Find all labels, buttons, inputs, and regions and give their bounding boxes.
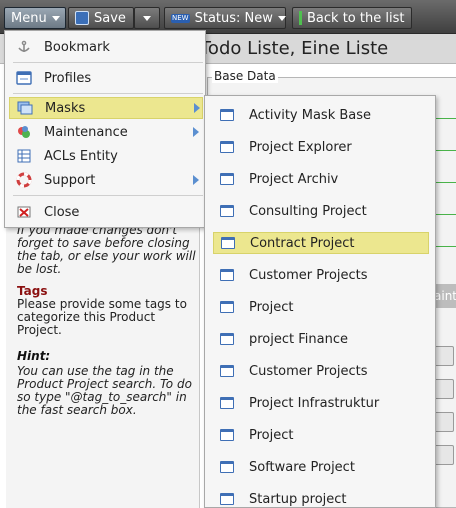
submenu-item-label: Project Archiv: [249, 171, 339, 187]
back-to-list-button[interactable]: Back to the list: [292, 7, 412, 29]
tags-heading: Tags: [17, 284, 48, 298]
tags-description: Please provide some tags to categorize t…: [17, 297, 187, 337]
menu-item-maintenance[interactable]: Maintenance: [9, 121, 203, 143]
submenu-item-label: Project Infrastruktur: [249, 395, 380, 411]
mask-window-icon: [220, 301, 234, 313]
menu-item-label: Maintenance: [44, 124, 128, 140]
save-options-button[interactable]: [134, 7, 160, 29]
page-title: Todo Liste, Eine Liste: [200, 38, 389, 59]
submenu-item[interactable]: Consulting Project: [213, 200, 429, 222]
field-underline: [436, 118, 456, 119]
menu-item-label: Close: [44, 204, 80, 220]
chevron-down-icon: [143, 15, 151, 21]
support-icon: [15, 171, 33, 189]
save-warning-text: If you made changes don't forget to save…: [17, 223, 196, 276]
back-icon: [299, 11, 302, 25]
acl-table-icon: [15, 147, 33, 165]
menu-item-masks[interactable]: Masks: [9, 97, 203, 119]
mask-window-icon: [220, 365, 234, 377]
submenu-item-highlighted[interactable]: Contract Project: [213, 232, 429, 254]
menu-item-label: Profiles: [44, 70, 92, 86]
menu-item-label: ACLs Entity: [44, 148, 118, 164]
submenu-item[interactable]: Customer Projects: [213, 264, 429, 286]
menu-item-profiles[interactable]: Profiles: [9, 67, 203, 89]
save-button-label: Save: [94, 10, 126, 26]
back-button-label: Back to the list: [307, 10, 405, 26]
toolbar: Menu Save NEW Status: New Back to the li…: [0, 0, 456, 34]
submenu-item-label: Activity Mask Base: [249, 107, 372, 123]
submenu-item-label: Project: [249, 427, 294, 443]
submenu-item-label: project Finance: [249, 331, 348, 347]
chevron-down-icon: [51, 15, 60, 21]
field-underline: [436, 150, 456, 151]
field-underline: [436, 182, 456, 183]
main-menu: Bookmark Profiles Masks Maintenance ACLs…: [4, 30, 206, 228]
new-badge-icon: NEW: [171, 13, 190, 23]
menu-item-bookmark[interactable]: Bookmark: [9, 36, 203, 58]
mask-window-icon: [220, 205, 234, 217]
submenu-item-label: Customer Projects: [249, 267, 368, 283]
mask-window-icon: [220, 173, 234, 185]
submenu-item-label: Startup project: [249, 491, 347, 507]
menu-divider: [13, 93, 203, 94]
menu-divider: [13, 62, 203, 63]
field-underline: [436, 246, 456, 247]
menu-item-close[interactable]: Close: [9, 201, 203, 223]
mask-window-icon: [220, 269, 234, 281]
field-underline: [436, 214, 456, 215]
menu-item-label: Support: [44, 172, 96, 188]
submenu-item[interactable]: Software Project: [213, 456, 429, 478]
submenu-item[interactable]: Project Archiv: [213, 168, 429, 190]
status-button[interactable]: NEW Status: New: [164, 7, 286, 29]
hint-description: You can use the tag in the Product Proje…: [17, 364, 192, 417]
submenu-item-label: Project: [249, 299, 294, 315]
status-button-label: Status: New: [194, 10, 273, 26]
submenu-item-label: Project Explorer: [249, 139, 352, 155]
submenu-item-label: Software Project: [249, 459, 355, 475]
submenu-item[interactable]: Project: [213, 424, 429, 446]
submenu-item[interactable]: Project Explorer: [213, 136, 429, 158]
submenu-arrow-icon: [193, 127, 199, 137]
chevron-down-icon: [277, 15, 286, 21]
base-data-label: Base Data: [212, 69, 278, 83]
profiles-icon: [15, 69, 33, 87]
submenu-item-label: Customer Projects: [249, 363, 368, 379]
submenu-item[interactable]: Project Infrastruktur: [213, 392, 429, 414]
menu-item-acls-entity[interactable]: ACLs Entity: [9, 145, 203, 167]
masks-submenu: Activity Mask Base Project Explorer Proj…: [204, 95, 436, 508]
menu-divider: [13, 195, 203, 196]
mask-window-icon: [220, 109, 234, 121]
menu-button-label: Menu: [11, 10, 47, 26]
mask-window-icon: [220, 141, 234, 153]
hint-heading: Hint:: [17, 349, 51, 363]
menu-item-label: Bookmark: [44, 39, 110, 55]
menu-item-label: Masks: [45, 100, 86, 116]
submenu-arrow-icon: [193, 175, 199, 185]
save-button[interactable]: Save: [68, 7, 134, 29]
mask-window-icon: [220, 333, 234, 345]
mask-window-icon: [220, 429, 234, 441]
maintenance-icon: [15, 123, 33, 141]
mask-window-icon: [220, 397, 234, 409]
menu-item-support[interactable]: Support: [9, 169, 203, 191]
mask-window-icon: [220, 493, 234, 505]
close-icon: [15, 203, 33, 221]
submenu-item[interactable]: Activity Mask Base: [213, 104, 429, 126]
submenu-item-label: Consulting Project: [249, 203, 367, 219]
mask-window-icon: [221, 237, 235, 249]
submenu-item[interactable]: project Finance: [213, 328, 429, 350]
masks-icon: [16, 99, 34, 117]
submenu-item[interactable]: Customer Projects: [213, 360, 429, 382]
menu-button[interactable]: Menu: [4, 7, 66, 29]
submenu-item[interactable]: Startup project: [213, 488, 429, 508]
floppy-disk-icon: [75, 11, 89, 25]
submenu-item[interactable]: Project: [213, 296, 429, 318]
anchor-icon: [15, 38, 33, 56]
mask-window-icon: [220, 461, 234, 473]
submenu-item-label: Contract Project: [250, 235, 355, 251]
submenu-arrow-icon: [194, 103, 200, 113]
help-panel: If you made changes don't forget to save…: [6, 222, 200, 508]
